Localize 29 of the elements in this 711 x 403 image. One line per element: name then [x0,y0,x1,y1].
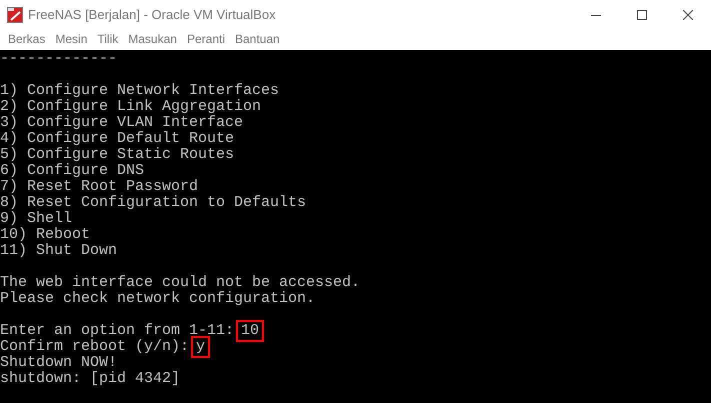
console-line: 9) Shell [0,211,72,227]
console-line: shutdown: [pid 4342] [0,371,180,387]
console-line: 7) Reset Root Password [0,179,198,195]
console-line: 5) Configure Static Routes [0,147,234,163]
console-line: Confirm reboot (y/n): [0,339,190,355]
console-line: 6) Configure DNS [0,163,144,179]
menu-item[interactable]: Peranti [182,30,230,48]
console-line: Enter an option from 1-11: [0,323,234,339]
console-line: ------------- [0,51,118,67]
menu-item[interactable]: Bantuan [230,30,285,48]
console-line: 10) Reboot [0,227,90,243]
console-line: Shutdown NOW! [0,355,118,371]
console-line: 4) Configure Default Route [0,131,234,147]
app-icon [7,7,23,23]
window-title: FreeNAS [Berjalan] - Oracle VM VirtualBox [28,6,276,24]
console-line: 11) Shut Down [0,243,118,259]
menu-item[interactable]: Berkas [3,30,50,48]
console-line: 2) Configure Link Aggregation [0,99,262,115]
menu-item[interactable]: Masukan [123,30,182,48]
minimize-icon [591,14,601,16]
console-line: 3) Configure VLAN Interface [0,115,244,131]
console-line: Please check network configuration. [0,291,316,307]
console-line: 8) Reset Configuration to Defaults [0,195,306,211]
menu-item[interactable]: Tilik [92,30,124,48]
console-line: 1) Configure Network Interfaces [0,83,280,99]
menu-item[interactable]: Mesin [50,30,92,48]
close-icon [683,10,693,20]
maximize-icon [637,10,647,20]
console-line: The web interface could not be accessed. [0,275,360,291]
